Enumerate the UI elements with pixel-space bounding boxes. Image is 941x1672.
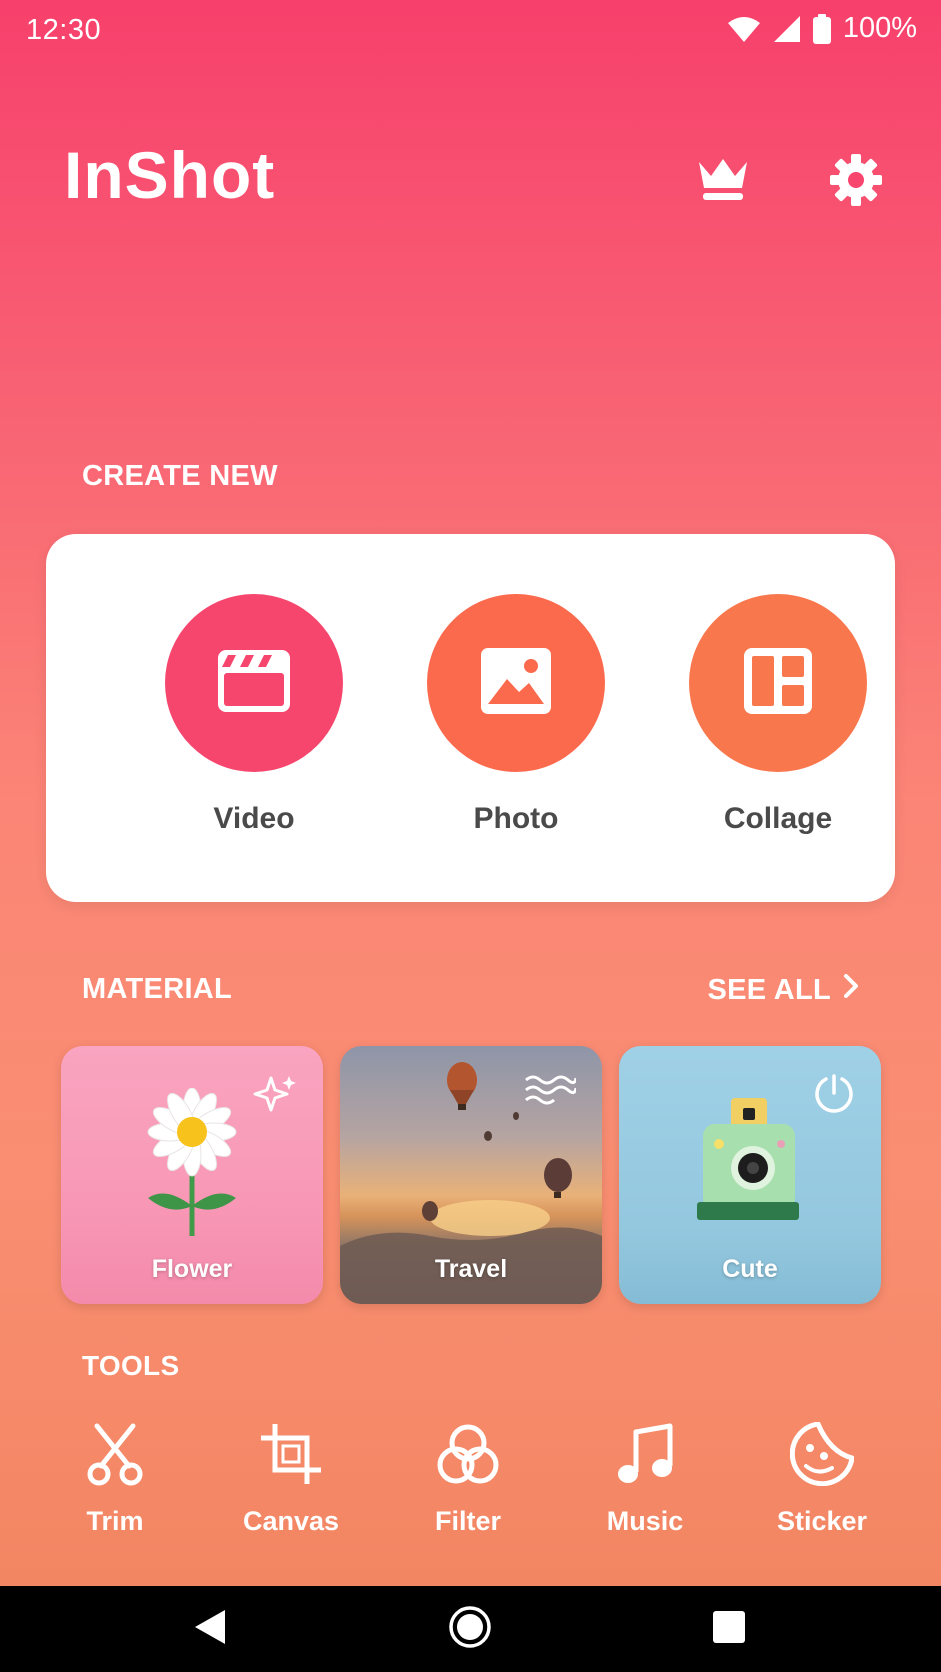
gear-icon bbox=[828, 152, 884, 213]
collage-icon bbox=[742, 646, 814, 721]
see-all-label: SEE ALL bbox=[707, 973, 831, 1006]
tool-music[interactable]: Music bbox=[570, 1420, 720, 1537]
filter-label: Filter bbox=[434, 1506, 501, 1536]
trim-label: Trim bbox=[86, 1506, 144, 1536]
material-card-flower[interactable]: Flower bbox=[61, 1046, 323, 1304]
collage-label: Collage bbox=[723, 802, 833, 835]
create-collage-button[interactable]: Collage bbox=[678, 594, 878, 836]
sparkle-icon bbox=[251, 1072, 297, 1119]
nav-recents-button[interactable] bbox=[674, 1586, 784, 1672]
status-icons: 100% bbox=[727, 12, 917, 45]
tool-filter[interactable]: Filter bbox=[393, 1420, 543, 1537]
canvas-label: Canvas bbox=[242, 1506, 340, 1536]
sticker-icon bbox=[747, 1420, 897, 1488]
tool-canvas[interactable]: Canvas bbox=[216, 1420, 366, 1537]
wifi-icon bbox=[727, 15, 761, 43]
travel-label: Travel bbox=[434, 1255, 508, 1283]
create-video-button[interactable]: Video bbox=[154, 594, 354, 836]
collage-circle bbox=[689, 594, 867, 772]
music-note-icon bbox=[570, 1420, 720, 1488]
status-time: 12:30 bbox=[26, 14, 102, 46]
nav-home-button[interactable] bbox=[415, 1586, 525, 1672]
flower-image bbox=[136, 1087, 248, 1243]
app-logo: InShot bbox=[64, 138, 304, 215]
settings-button[interactable] bbox=[824, 150, 888, 214]
video-label: Video bbox=[213, 802, 295, 835]
battery-icon bbox=[812, 13, 831, 44]
flower-label: Flower bbox=[151, 1255, 233, 1283]
tool-sticker[interactable]: Sticker bbox=[747, 1420, 897, 1537]
create-new-title: CREATE NEW bbox=[82, 460, 278, 492]
battery-percent: 100% bbox=[842, 12, 917, 44]
wave-icon bbox=[524, 1072, 578, 1111]
material-card-cute[interactable]: Cute bbox=[619, 1046, 881, 1304]
photo-label: Photo bbox=[473, 802, 559, 835]
timer-icon bbox=[813, 1072, 855, 1119]
recents-square-icon bbox=[712, 1610, 746, 1649]
material-title: MATERIAL bbox=[82, 973, 233, 1005]
tool-trim[interactable]: Trim bbox=[40, 1420, 190, 1537]
camera-image bbox=[697, 1098, 803, 1237]
premium-button[interactable] bbox=[693, 153, 753, 209]
home-circle-icon bbox=[448, 1605, 492, 1654]
create-new-card: Video Photo Collage bbox=[46, 534, 895, 902]
video-circle bbox=[165, 594, 343, 772]
image-icon bbox=[479, 646, 553, 721]
logo-text: InShot bbox=[64, 140, 275, 210]
see-all-button[interactable]: SEE ALL bbox=[708, 973, 859, 1007]
scissors-icon bbox=[40, 1420, 190, 1488]
system-navigation-bar bbox=[0, 1586, 941, 1672]
filter-icon bbox=[393, 1420, 543, 1488]
back-triangle-icon bbox=[193, 1608, 227, 1651]
create-photo-button[interactable]: Photo bbox=[416, 594, 616, 836]
material-card-travel[interactable]: Travel bbox=[340, 1046, 602, 1304]
photo-circle bbox=[427, 594, 605, 772]
clapperboard-icon bbox=[215, 647, 293, 720]
cute-label: Cute bbox=[722, 1255, 778, 1283]
crop-icon bbox=[216, 1420, 366, 1488]
signal-icon bbox=[773, 15, 801, 43]
crown-icon bbox=[696, 156, 750, 207]
nav-back-button[interactable] bbox=[155, 1586, 265, 1672]
sticker-label: Sticker bbox=[776, 1506, 868, 1536]
music-label: Music bbox=[606, 1506, 684, 1536]
chevron-right-icon bbox=[843, 973, 859, 1007]
tools-title: TOOLS bbox=[82, 1350, 180, 1381]
